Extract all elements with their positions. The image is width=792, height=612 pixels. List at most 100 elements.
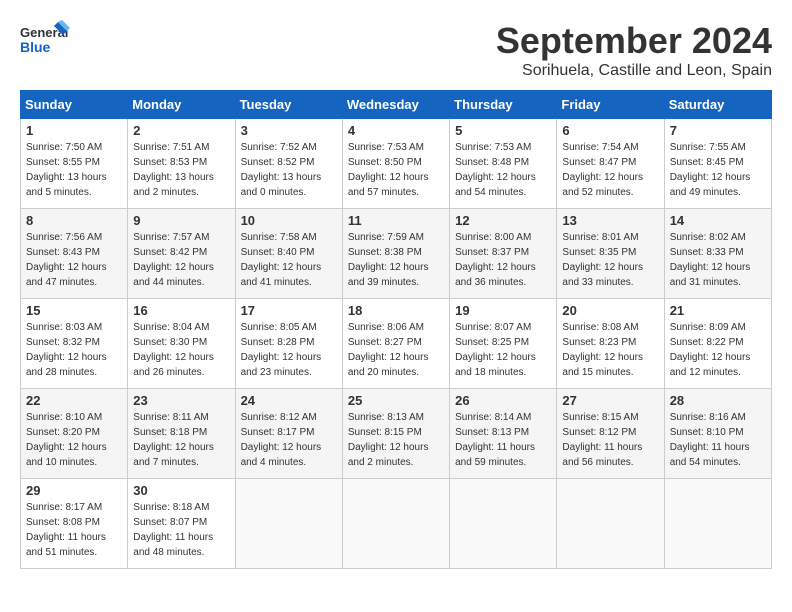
day-info: Sunrise: 7:54 AMSunset: 8:47 PMDaylight:… — [562, 140, 658, 200]
weekday-header: Thursday — [450, 91, 557, 119]
day-info: Sunrise: 8:10 AMSunset: 8:20 PMDaylight:… — [26, 410, 122, 470]
day-info: Sunrise: 8:07 AMSunset: 8:25 PMDaylight:… — [455, 320, 551, 380]
calendar-cell: 16Sunrise: 8:04 AMSunset: 8:30 PMDayligh… — [128, 299, 235, 389]
day-info: Sunrise: 7:52 AMSunset: 8:52 PMDaylight:… — [241, 140, 337, 200]
month-title: September 2024 — [496, 20, 772, 62]
calendar-cell: 5Sunrise: 7:53 AMSunset: 8:48 PMDaylight… — [450, 119, 557, 209]
day-info: Sunrise: 7:55 AMSunset: 8:45 PMDaylight:… — [670, 140, 766, 200]
calendar-week-row: 1 Sunrise: 7:50 AMSunset: 8:55 PMDaylight… — [21, 119, 772, 209]
calendar-cell: 7 Sunrise: 7:55 AMSunset: 8:45 PMDaylight… — [664, 119, 771, 209]
day-info: Sunrise: 7:56 AMSunset: 8:43 PMDaylight:… — [26, 230, 122, 290]
day-info: Sunrise: 8:00 AMSunset: 8:37 PMDaylight:… — [455, 230, 551, 290]
calendar-cell: 24 Sunrise: 8:12 AMSunset: 8:17 PMDayligh… — [235, 389, 342, 479]
calendar-cell: 25 Sunrise: 8:13 AMSunset: 8:15 PMDayligh… — [342, 389, 449, 479]
day-number: 29 — [26, 483, 122, 498]
calendar-cell: 2Sunrise: 7:51 AMSunset: 8:53 PMDaylight… — [128, 119, 235, 209]
day-info: Sunrise: 8:06 AMSunset: 8:27 PMDaylight:… — [348, 320, 444, 380]
calendar-cell — [557, 479, 664, 569]
calendar-cell — [450, 479, 557, 569]
day-info: Sunrise: 8:04 AMSunset: 8:30 PMDaylight:… — [133, 320, 229, 380]
calendar-week-row: 15Sunrise: 8:03 AMSunset: 8:32 PMDayligh… — [21, 299, 772, 389]
calendar-cell: 27Sunrise: 8:15 AMSunset: 8:12 PMDayligh… — [557, 389, 664, 479]
calendar-cell — [664, 479, 771, 569]
calendar-cell: 23 Sunrise: 8:11 AMSunset: 8:18 PMDayligh… — [128, 389, 235, 479]
day-number: 5 — [455, 123, 551, 138]
day-info: Sunrise: 7:53 AMSunset: 8:50 PMDaylight:… — [348, 140, 444, 200]
calendar-cell: 26Sunrise: 8:14 AMSunset: 8:13 PMDayligh… — [450, 389, 557, 479]
page-header: General Blue September 2024 Sorihuela, C… — [20, 20, 772, 80]
svg-text:Blue: Blue — [20, 39, 51, 55]
weekday-header: Tuesday — [235, 91, 342, 119]
day-number: 6 — [562, 123, 658, 138]
day-info: Sunrise: 7:59 AMSunset: 8:38 PMDaylight:… — [348, 230, 444, 290]
day-number: 2 — [133, 123, 229, 138]
day-info: Sunrise: 8:09 AMSunset: 8:22 PMDaylight:… — [670, 320, 766, 380]
weekday-header: Sunday — [21, 91, 128, 119]
day-info: Sunrise: 8:11 AMSunset: 8:18 PMDaylight:… — [133, 410, 229, 470]
day-number: 17 — [241, 303, 337, 318]
day-number: 14 — [670, 213, 766, 228]
title-section: September 2024 Sorihuela, Castille and L… — [496, 20, 772, 80]
day-info: Sunrise: 7:50 AMSunset: 8:55 PMDaylight:… — [26, 140, 122, 200]
calendar-cell: 13 Sunrise: 8:01 AMSunset: 8:35 PMDayligh… — [557, 209, 664, 299]
calendar-week-row: 8 Sunrise: 7:56 AMSunset: 8:43 PMDaylight… — [21, 209, 772, 299]
day-number: 22 — [26, 393, 122, 408]
day-number: 15 — [26, 303, 122, 318]
day-info: Sunrise: 8:12 AMSunset: 8:17 PMDaylight:… — [241, 410, 337, 470]
day-number: 21 — [670, 303, 766, 318]
day-number: 9 — [133, 213, 229, 228]
day-number: 1 — [26, 123, 122, 138]
calendar-cell: 3Sunrise: 7:52 AMSunset: 8:52 PMDaylight… — [235, 119, 342, 209]
calendar-cell: 15Sunrise: 8:03 AMSunset: 8:32 PMDayligh… — [21, 299, 128, 389]
weekday-header: Wednesday — [342, 91, 449, 119]
calendar-cell: 8 Sunrise: 7:56 AMSunset: 8:43 PMDaylight… — [21, 209, 128, 299]
calendar-cell: 4 Sunrise: 7:53 AMSunset: 8:50 PMDaylight… — [342, 119, 449, 209]
calendar-cell: 14 Sunrise: 8:02 AMSunset: 8:33 PMDayligh… — [664, 209, 771, 299]
calendar-cell: 30Sunrise: 8:18 AMSunset: 8:07 PMDayligh… — [128, 479, 235, 569]
day-number: 11 — [348, 213, 444, 228]
day-info: Sunrise: 8:17 AMSunset: 8:08 PMDaylight:… — [26, 500, 122, 560]
calendar-cell: 28Sunrise: 8:16 AMSunset: 8:10 PMDayligh… — [664, 389, 771, 479]
calendar-cell: 22 Sunrise: 8:10 AMSunset: 8:20 PMDayligh… — [21, 389, 128, 479]
day-info: Sunrise: 8:02 AMSunset: 8:33 PMDaylight:… — [670, 230, 766, 290]
day-info: Sunrise: 8:18 AMSunset: 8:07 PMDaylight:… — [133, 500, 229, 560]
day-info: Sunrise: 7:58 AMSunset: 8:40 PMDaylight:… — [241, 230, 337, 290]
calendar-cell: 17Sunrise: 8:05 AMSunset: 8:28 PMDayligh… — [235, 299, 342, 389]
day-number: 13 — [562, 213, 658, 228]
day-info: Sunrise: 8:01 AMSunset: 8:35 PMDaylight:… — [562, 230, 658, 290]
day-number: 8 — [26, 213, 122, 228]
day-info: Sunrise: 8:15 AMSunset: 8:12 PMDaylight:… — [562, 410, 658, 470]
calendar-week-row: 29 Sunrise: 8:17 AMSunset: 8:08 PMDayligh… — [21, 479, 772, 569]
weekday-header: Friday — [557, 91, 664, 119]
calendar-cell — [342, 479, 449, 569]
day-info: Sunrise: 8:13 AMSunset: 8:15 PMDaylight:… — [348, 410, 444, 470]
calendar-cell: 21 Sunrise: 8:09 AMSunset: 8:22 PMDayligh… — [664, 299, 771, 389]
day-number: 10 — [241, 213, 337, 228]
calendar-cell: 10 Sunrise: 7:58 AMSunset: 8:40 PMDayligh… — [235, 209, 342, 299]
location-title: Sorihuela, Castille and Leon, Spain — [496, 62, 772, 80]
day-number: 12 — [455, 213, 551, 228]
day-number: 24 — [241, 393, 337, 408]
calendar: SundayMondayTuesdayWednesdayThursdayFrid… — [20, 90, 772, 569]
day-number: 28 — [670, 393, 766, 408]
calendar-cell: 12 Sunrise: 8:00 AMSunset: 8:37 PMDayligh… — [450, 209, 557, 299]
logo: General Blue — [20, 20, 70, 60]
day-number: 20 — [562, 303, 658, 318]
weekday-header: Saturday — [664, 91, 771, 119]
calendar-cell: 20 Sunrise: 8:08 AMSunset: 8:23 PMDayligh… — [557, 299, 664, 389]
calendar-cell: 1 Sunrise: 7:50 AMSunset: 8:55 PMDaylight… — [21, 119, 128, 209]
day-number: 19 — [455, 303, 551, 318]
calendar-cell: 29 Sunrise: 8:17 AMSunset: 8:08 PMDayligh… — [21, 479, 128, 569]
day-number: 23 — [133, 393, 229, 408]
day-number: 4 — [348, 123, 444, 138]
day-number: 26 — [455, 393, 551, 408]
calendar-week-row: 22 Sunrise: 8:10 AMSunset: 8:20 PMDayligh… — [21, 389, 772, 479]
calendar-cell: 11 Sunrise: 7:59 AMSunset: 8:38 PMDayligh… — [342, 209, 449, 299]
calendar-cell: 9Sunrise: 7:57 AMSunset: 8:42 PMDaylight… — [128, 209, 235, 299]
day-number: 7 — [670, 123, 766, 138]
day-number: 18 — [348, 303, 444, 318]
calendar-cell — [235, 479, 342, 569]
day-number: 25 — [348, 393, 444, 408]
day-info: Sunrise: 8:08 AMSunset: 8:23 PMDaylight:… — [562, 320, 658, 380]
calendar-cell: 19 Sunrise: 8:07 AMSunset: 8:25 PMDayligh… — [450, 299, 557, 389]
